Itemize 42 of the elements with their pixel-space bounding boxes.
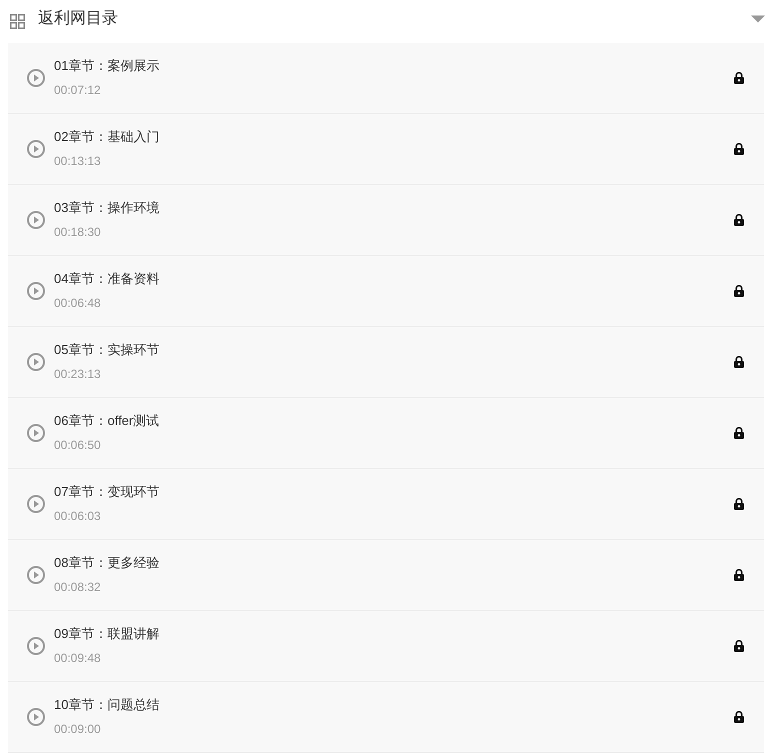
lesson-duration: 00:23:13: [54, 366, 101, 383]
lesson-duration: 00:07:12: [54, 82, 101, 99]
play-icon: [27, 708, 45, 726]
lesson-title: 07章节：变现环节: [54, 483, 160, 501]
lesson-row[interactable]: 05章节：实操环节 00:23:13: [8, 327, 764, 398]
lesson-duration: 00:18:30: [54, 224, 101, 241]
lesson-duration: 00:06:50: [54, 437, 101, 454]
lesson-title: 01章节：案例展示: [54, 57, 160, 75]
section-title: 返利网目录: [38, 8, 118, 28]
lesson-duration: 00:08:32: [54, 579, 101, 596]
lesson-title: 04章节：准备资料: [54, 270, 160, 288]
lesson-row[interactable]: 04章节：准备资料 00:06:48: [8, 256, 764, 327]
lesson-row[interactable]: 02章节：基础入门 00:13:13: [8, 114, 764, 185]
lesson-title: 03章节：操作环境: [54, 199, 160, 217]
lesson-title: 09章节：联盟讲解: [54, 625, 160, 643]
play-icon: [27, 69, 45, 87]
lesson-duration: 00:06:48: [54, 295, 101, 312]
grid-icon: [10, 14, 25, 29]
lesson-title: 10章节：问题总结: [54, 696, 160, 714]
lesson-title: 08章节：更多经验: [54, 554, 160, 572]
lesson-title: 02章节：基础入门: [54, 128, 160, 146]
lesson-row[interactable]: 10章节：问题总结 00:09:00: [8, 682, 764, 753]
play-icon: [27, 424, 45, 442]
play-icon: [27, 637, 45, 655]
lesson-row[interactable]: 01章节：案例展示 00:07:12: [8, 43, 764, 114]
lesson-row[interactable]: 06章节：offer测试 00:06:50: [8, 398, 764, 469]
lesson-row[interactable]: 07章节：变现环节 00:06:03: [8, 469, 764, 540]
lesson-duration: 00:09:00: [54, 721, 101, 738]
lesson-duration: 00:06:03: [54, 508, 101, 525]
play-icon: [27, 353, 45, 371]
lesson-row[interactable]: 03章节：操作环境 00:18:30: [8, 185, 764, 256]
play-icon: [27, 282, 45, 300]
lesson-row[interactable]: 09章节：联盟讲解 00:09:48: [8, 611, 764, 682]
play-icon: [27, 566, 45, 584]
lesson-duration: 00:13:13: [54, 153, 101, 170]
lesson-title: 06章节：offer测试: [54, 412, 160, 430]
lesson-row[interactable]: 08章节：更多经验 00:08:32: [8, 540, 764, 611]
play-icon: [27, 495, 45, 513]
lesson-title: 05章节：实操环节: [54, 341, 160, 359]
play-icon: [27, 140, 45, 158]
lesson-duration: 00:09:48: [54, 650, 101, 667]
play-icon: [27, 211, 45, 229]
